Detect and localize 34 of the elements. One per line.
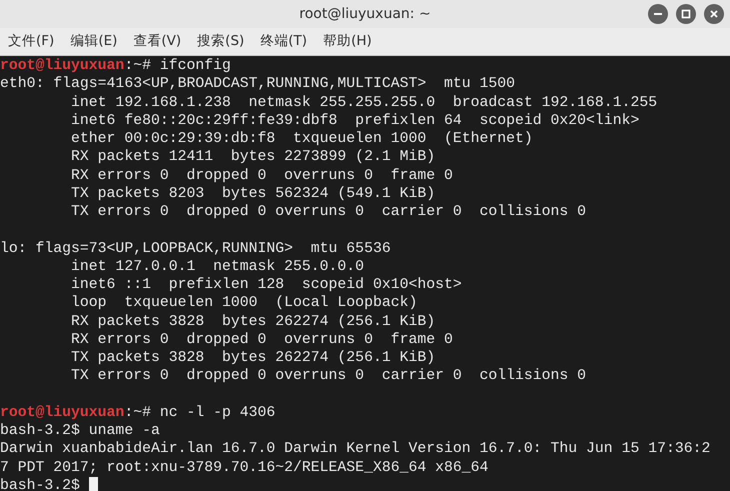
window-title: root@liuyuxuan: ~	[299, 5, 431, 24]
output-line: ether 00:0c:29:39:db:f8 txqueuelen 1000 (Ethernet)	[70, 130, 533, 148]
output-line: TX errors 0 dropped 0 overruns 0 carrier 0 collisions 0	[70, 203, 586, 222]
maximize-button[interactable]	[676, 4, 696, 24]
menu-item[interactable]: 终端(T)	[252, 28, 316, 55]
menu-item[interactable]: 帮助(H)	[315, 28, 380, 55]
menu-item[interactable]: 文件(F)	[0, 28, 62, 55]
output-line: inet6 ::1 prefixlen 128 scopeid 0x10<host>	[70, 276, 462, 294]
menu-item[interactable]: 搜索(S)	[189, 28, 252, 55]
output-line: RX packets 12411 bytes 2273899 (2.1 MiB)	[70, 148, 436, 166]
output-line: TX packets 3828 bytes 262274 (256.1 KiB)	[70, 349, 436, 368]
output-line: lo: flags=73<UP,LOOPBACK,RUNNING> mtu 65536	[0, 240, 391, 258]
output-line: bash-3.2$ uname -a	[0, 422, 160, 440]
maximize-icon	[681, 9, 691, 19]
output-line: inet6 fe80::20c:29ff:fe39:dbf8 prefixlen 64 scopeid 0x20<link>	[70, 112, 640, 130]
output-line: 7 PDT 2017; root:xnu-3789.70.16~2/RELEASE_X86_64 x86_64	[0, 458, 488, 477]
output-line: RX packets 3828 bytes 262274 (256.1 KiB)	[70, 312, 436, 331]
output-line: RX errors 0 dropped 0 overruns 0 frame 0	[70, 330, 453, 349]
menu-item[interactable]: 查看(V)	[125, 28, 190, 55]
close-icon	[709, 9, 719, 19]
output-line: Darwin xuanbabideAir.lan 16.7.0 Darwin Kernel Version 16.7.0: Thu Jun 15 17:36:2	[0, 440, 710, 458]
output-line: inet 127.0.0.1 netmask 255.0.0.0	[70, 258, 364, 276]
output-line: loop txqueuelen 1000 (Local Loopback)	[70, 294, 418, 312]
output-line: TX packets 8203 bytes 562324 (549.1 KiB)	[70, 184, 436, 203]
prompt-line: root@liuyuxuan:~# ifconfig	[0, 57, 231, 76]
minimize-button[interactable]	[648, 4, 668, 24]
output-line: bash-3.2$	[0, 476, 81, 491]
output-line: TX errors 0 dropped 0 overruns 0 carrier 0 collisions 0	[70, 367, 586, 386]
output-line: eth0: flags=4163<UP,BROADCAST,RUNNING,MULTICAST> mtu 1500	[0, 75, 516, 94]
output-line: inet 192.168.1.238 netmask 255.255.255.0 broadcast 192.168.1.255	[70, 94, 658, 112]
output-line: RX errors 0 dropped 0 overruns 0 frame 0	[70, 166, 453, 185]
prompt-line: root@liuyuxuan:~# nc -l -p 4306	[0, 404, 276, 422]
close-button[interactable]	[704, 4, 724, 24]
menu-item[interactable]: 编辑(E)	[62, 28, 126, 55]
